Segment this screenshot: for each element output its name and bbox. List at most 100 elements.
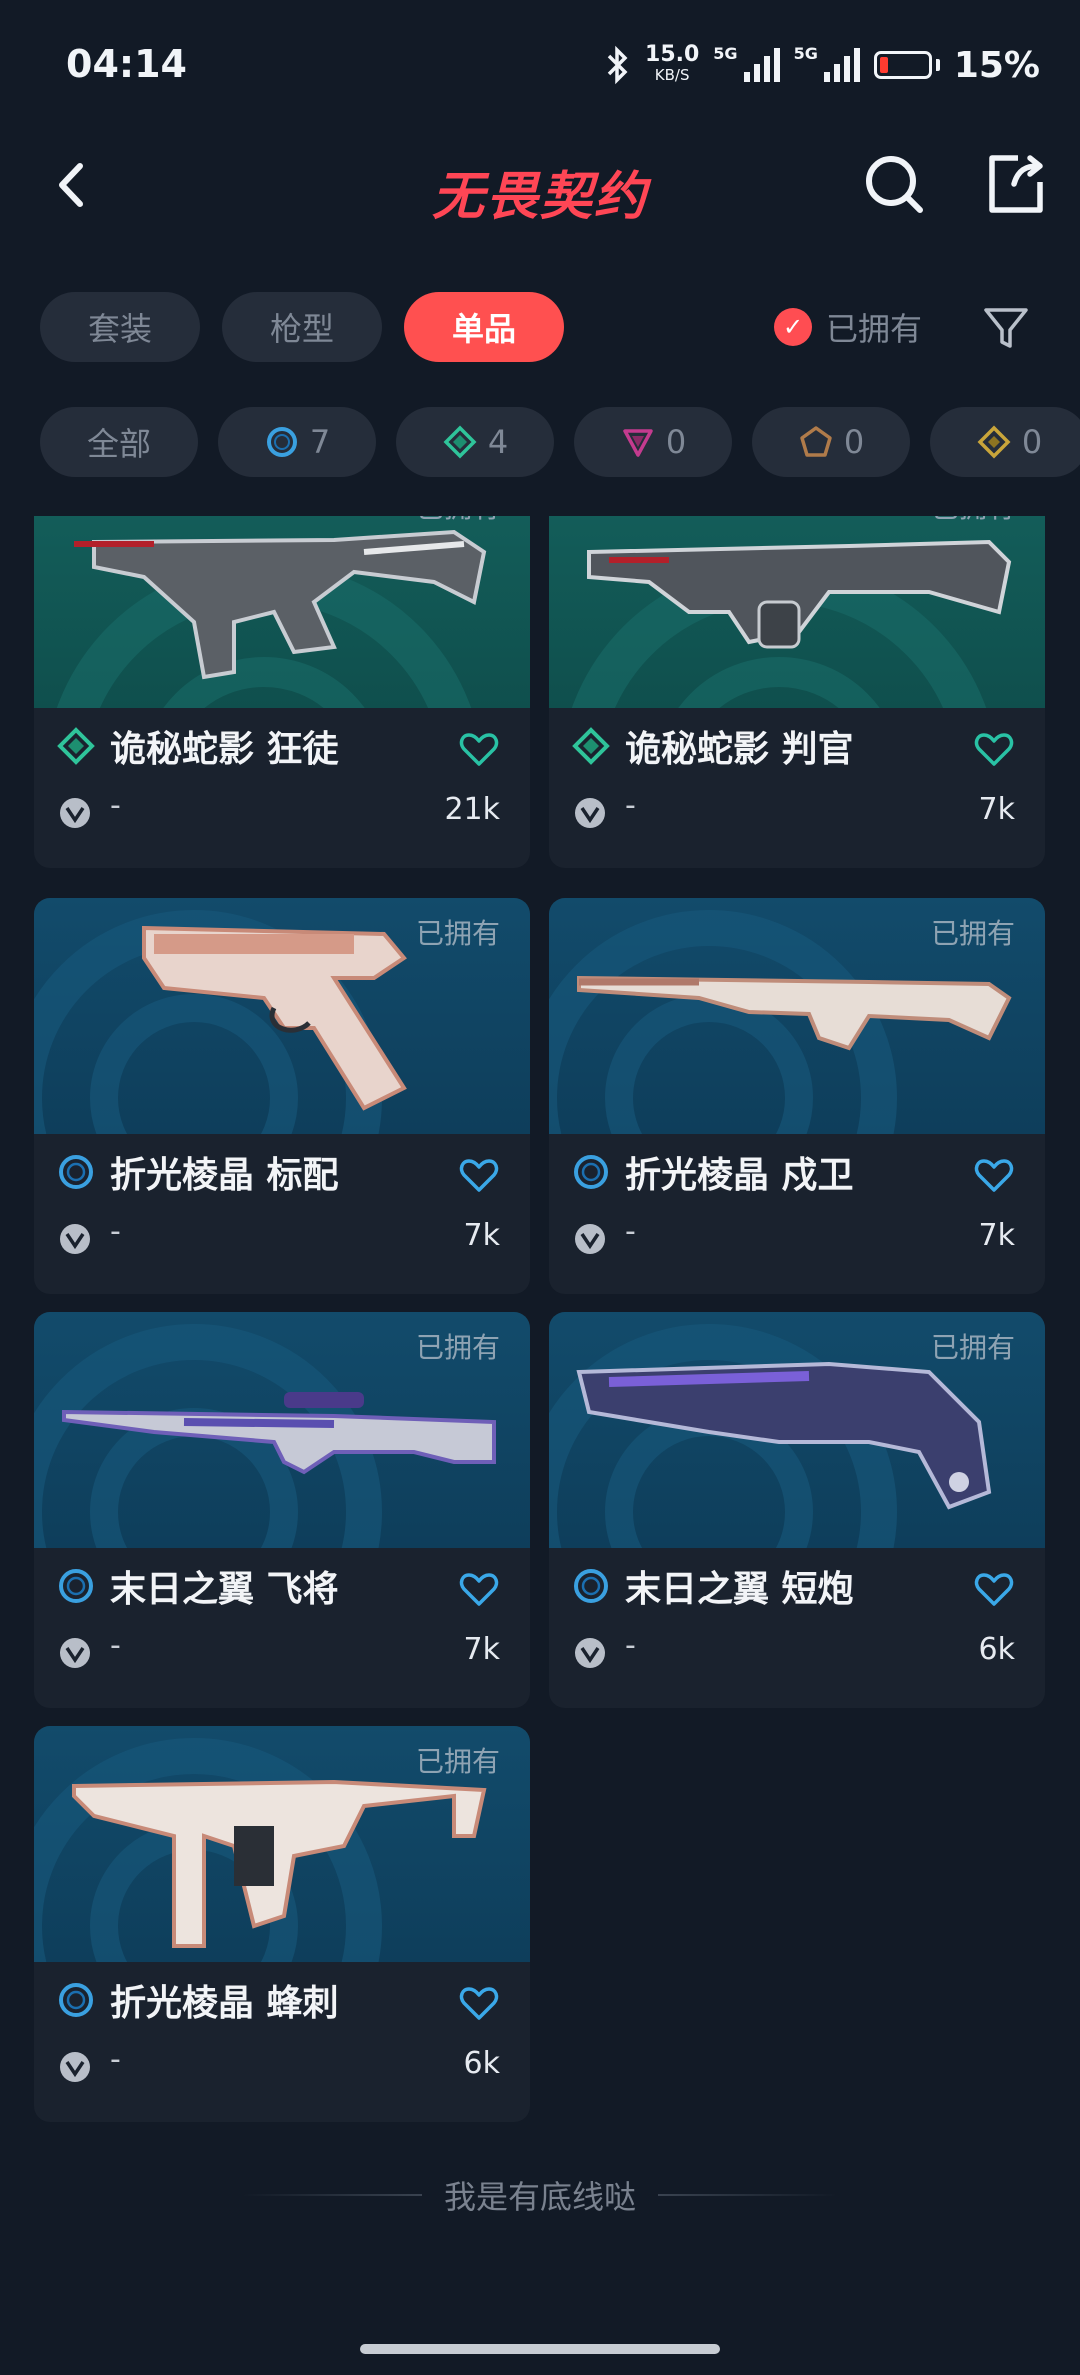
blue-circle-rarity-icon [59,1155,93,1189]
owned-tag: 已拥有 [415,1331,500,1364]
owned-tag: 已拥有 [931,516,1015,526]
like-count: 7k [463,1218,500,1253]
home-indicator[interactable] [360,2344,720,2354]
chip-green-rarity[interactable]: 4 [396,407,554,477]
signal-1-icon [743,48,780,82]
heart-icon[interactable] [973,1568,1015,1610]
green-diamond-rarity-icon [57,727,95,765]
blue-circle-rarity-icon [266,427,297,457]
heart-icon[interactable] [973,728,1015,770]
skin-price: - [110,1628,121,1663]
like-count: 7k [978,1218,1015,1253]
chip-green-count: 4 [487,423,509,461]
valorant-points-icon [575,798,605,828]
blue-circle-rarity-icon [574,1155,608,1189]
skin-image: 已拥有 [34,1726,530,1962]
network-speed: 15.0 KB/S [645,42,700,85]
filter-icon[interactable] [980,302,1032,354]
valorant-points-icon [575,1638,605,1668]
skin-price: - [625,1628,636,1663]
skin-price: - [625,1214,636,1249]
skin-card[interactable]: 已拥有 末日之翼 短炮 - 6k [549,1312,1045,1708]
heart-icon[interactable] [458,728,500,770]
skin-card[interactable]: 已拥有 折光棱晶 戍卫 - 7k [549,898,1045,1294]
owned-tag: 已拥有 [930,917,1015,950]
share-icon[interactable] [978,148,1050,220]
like-count: 21k [444,792,500,827]
valorant-points-icon [60,1224,90,1254]
chip-blue-count: 7 [309,423,331,461]
skin-image: 已拥有 [549,516,1045,708]
heart-icon[interactable] [458,1154,500,1196]
battery-percent: 15% [953,44,1040,86]
heart-icon[interactable] [458,1568,500,1610]
green-diamond-rarity-icon [443,425,477,459]
network-type-2: 5G [793,43,818,63]
owned-filter-toggle[interactable]: ✓ 已拥有 [774,292,922,362]
search-icon[interactable] [858,148,930,220]
blue-circle-rarity-icon [574,1569,608,1603]
skin-price: - [110,788,121,823]
skin-price: - [625,788,636,823]
skin-price: - [110,1214,121,1249]
tab-bundle[interactable]: 套装 [40,292,200,362]
like-count: 7k [463,1632,500,1667]
purple-triangle-rarity-icon [623,429,653,457]
skin-card[interactable]: 已拥有 折光棱晶 标配 - 7k [34,898,530,1294]
skin-name: 末日之翼 飞将 [110,1569,339,1610]
status-indicators: 15.0 KB/S 5G 5G 15% [605,40,1040,90]
skin-card[interactable]: 已拥有 诡秘蛇影 判官 - 7k [549,516,1045,868]
valorant-points-icon [60,798,90,828]
network-speed-unit: KB/S [654,66,690,84]
status-time: 04:14 [66,42,187,86]
valorant-points-icon [575,1224,605,1254]
like-count: 6k [978,1632,1015,1667]
orange-pentagon-rarity-icon [800,426,832,457]
skin-name: 诡秘蛇影 狂徒 [110,729,339,770]
gold-diamond-rarity-icon [977,425,1011,459]
blue-circle-rarity-icon [59,1983,93,2017]
skin-card[interactable]: 已拥有 末日之翼 飞将 - 7k [34,1312,530,1708]
chip-gold-count: 0 [1021,423,1043,461]
chip-blue-rarity[interactable]: 7 [218,407,376,477]
skin-card[interactable]: 已拥有 诡秘蛇影 狂徒 - 21k [34,516,530,868]
skin-grid: 已拥有 诡秘蛇影 狂徒 - 21k 已拥有 [0,516,1080,2136]
status-bar: 04:14 15.0 KB/S 5G 5G 15% [0,0,1080,130]
valorant-points-icon [60,2052,90,2082]
chip-purple-count: 0 [665,423,687,461]
heart-icon[interactable] [973,1154,1015,1196]
tab-single-item[interactable]: 单品 [404,292,564,362]
category-tabs: 套装 枪型 单品 ✓ 已拥有 [40,292,1050,362]
skin-price: - [110,2042,121,2077]
weapon-rifle-image [587,539,1012,649]
battery-icon [873,51,940,79]
weapon-rifle-image [74,529,487,680]
chip-all[interactable]: 全部 [40,407,198,477]
owned-tag: 已拥有 [416,516,500,526]
like-count: 7k [978,792,1015,827]
owned-filter-label: 已拥有 [826,310,923,348]
skin-name: 折光棱晶 蜂刺 [110,1983,339,2024]
network-speed-value: 15.0 [645,42,700,67]
skin-image: 已拥有 [34,516,530,708]
chip-gold-rarity[interactable]: 0 [930,407,1080,477]
owned-tag: 已拥有 [415,917,500,950]
green-diamond-rarity-icon [572,727,610,765]
network-type-1: 5G [713,43,738,63]
divider [241,2194,422,2196]
skin-name: 诡秘蛇影 判官 [625,729,854,770]
valorant-points-icon [60,1638,90,1668]
blue-circle-rarity-icon [59,1569,93,1603]
skin-card[interactable]: 已拥有 折光棱晶 蜂刺 - 6k [34,1726,530,2122]
divider [658,2194,838,2196]
skin-name: 折光棱晶 戍卫 [625,1155,854,1196]
chip-all-label: 全部 [86,425,151,463]
app-header: 无畏契约 [0,140,1080,230]
heart-icon[interactable] [458,1982,500,2024]
tab-weapon-type[interactable]: 枪型 [222,292,382,362]
skin-image: 已拥有 [549,1312,1045,1548]
owned-tag: 已拥有 [415,1745,500,1778]
checkmark-icon: ✓ [774,308,812,346]
chip-purple-rarity[interactable]: 0 [574,407,732,477]
chip-orange-rarity[interactable]: 0 [752,407,910,477]
